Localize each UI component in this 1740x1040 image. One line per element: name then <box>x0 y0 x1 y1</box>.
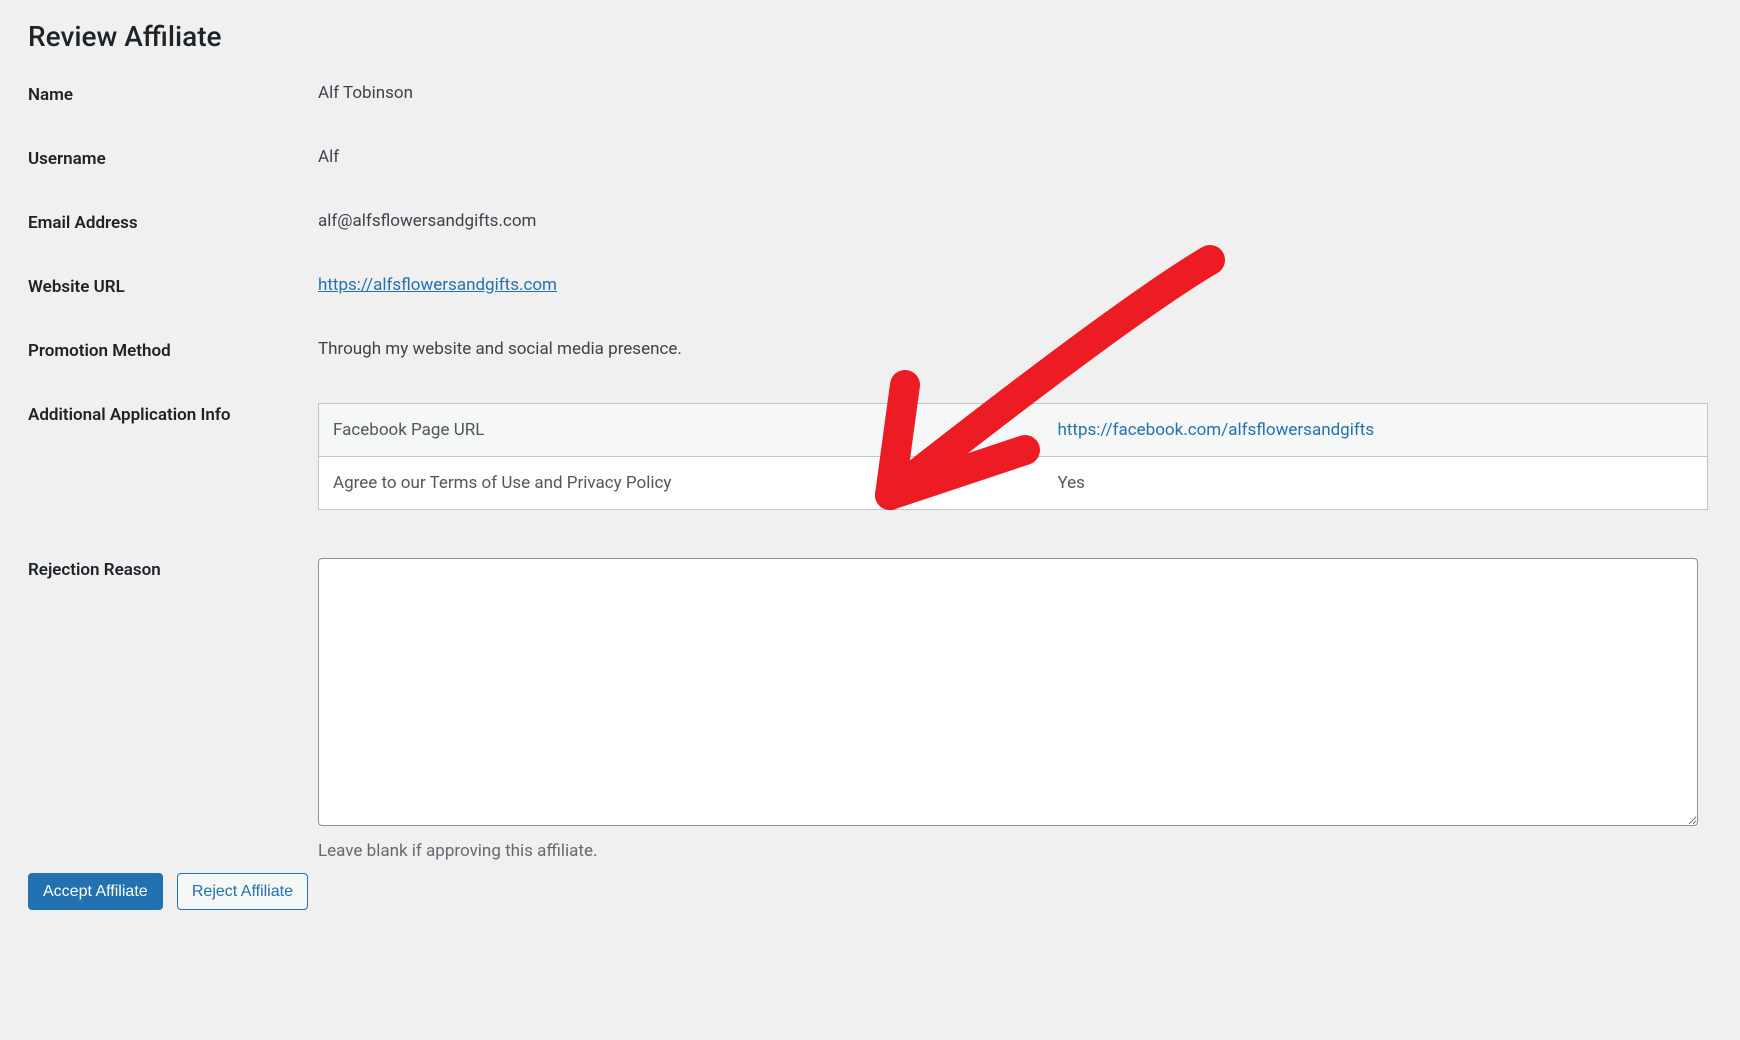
additional-info-table: Facebook Page URL https://facebook.com/a… <box>318 403 1708 510</box>
info-key: Agree to our Terms of Use and Privacy Po… <box>319 457 1044 510</box>
row-name: Name Alf Tobinson <box>28 83 1712 105</box>
label-promotion: Promotion Method <box>28 339 318 361</box>
page-wrap: Review Affiliate Name Alf Tobinson Usern… <box>0 0 1740 938</box>
value-email: alf@alfsflowersandgifts.com <box>318 211 1712 231</box>
label-rejection: Rejection Reason <box>28 558 318 580</box>
label-name: Name <box>28 83 318 105</box>
rejection-hint: Leave blank if approving this affiliate. <box>318 841 1712 861</box>
table-row: Facebook Page URL https://facebook.com/a… <box>319 404 1708 457</box>
row-website: Website URL https://alfsflowersandgifts.… <box>28 275 1712 297</box>
row-additional-info: Additional Application Info Facebook Pag… <box>28 403 1712 510</box>
reject-button[interactable]: Reject Affiliate <box>177 873 308 910</box>
rejection-textarea[interactable] <box>318 558 1698 826</box>
info-key: Facebook Page URL <box>319 404 1044 457</box>
value-additional-info: Facebook Page URL https://facebook.com/a… <box>318 403 1712 510</box>
action-bar: Accept Affiliate Reject Affiliate <box>28 873 1712 910</box>
value-name: Alf Tobinson <box>318 83 1712 103</box>
row-promotion: Promotion Method Through my website and … <box>28 339 1712 361</box>
info-value: https://facebook.com/alfsflowersandgifts <box>1044 404 1708 457</box>
value-rejection: Leave blank if approving this affiliate. <box>318 558 1712 861</box>
label-username: Username <box>28 147 318 169</box>
value-username: Alf <box>318 147 1712 167</box>
value-promotion: Through my website and social media pres… <box>318 339 1712 359</box>
page-title: Review Affiliate <box>28 20 1712 53</box>
row-email: Email Address alf@alfsflowersandgifts.co… <box>28 211 1712 233</box>
info-value: Yes <box>1044 457 1708 510</box>
label-website: Website URL <box>28 275 318 297</box>
label-email: Email Address <box>28 211 318 233</box>
website-link[interactable]: https://alfsflowersandgifts.com <box>318 275 557 295</box>
row-username: Username Alf <box>28 147 1712 169</box>
facebook-link[interactable]: https://facebook.com/alfsflowersandgifts <box>1058 420 1375 440</box>
table-row: Agree to our Terms of Use and Privacy Po… <box>319 457 1708 510</box>
accept-button[interactable]: Accept Affiliate <box>28 873 163 910</box>
row-rejection: Rejection Reason Leave blank if approvin… <box>28 558 1712 861</box>
label-additional-info: Additional Application Info <box>28 403 318 425</box>
value-website: https://alfsflowersandgifts.com <box>318 275 1712 295</box>
